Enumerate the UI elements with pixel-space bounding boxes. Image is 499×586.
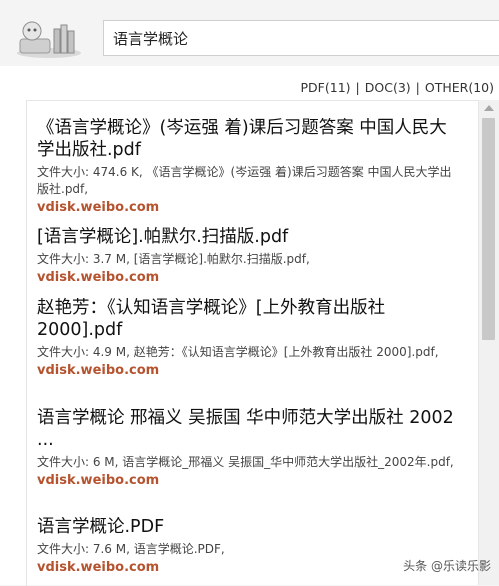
filter-doc[interactable]: DOC(3) [365,80,411,95]
result-source-link[interactable]: vdisk.weibo.com [37,362,462,379]
file-type-filters: PDF(11) | DOC(3) | OTHER(10) [301,80,494,95]
result-item: 语言学概论 邢福义 吴振国 华中师范大学出版社 2002 ... 文件大小: 6… [37,407,462,489]
result-description: 文件大小: 7.6 M, 语言学概论.PDF, [37,542,225,556]
results-panel: PDF(11) | DOC(3) | OTHER(10) 《语言学概论》(岑运强 着)课… [0,66,499,586]
header: 语言学概论 [0,0,499,72]
result-title[interactable]: 语言学概论.PDF [37,516,462,538]
result-title[interactable]: [语言学概论].帕默尔.扫描版.pdf [37,226,462,248]
result-source-link[interactable]: vdisk.weibo.com [37,199,462,216]
scrollbar-thumb[interactable] [482,118,495,340]
filter-separator: | [355,80,360,95]
result-description: 文件大小: 3.7 M, [语言学概论].帕默尔.扫描版.pdf, [37,252,310,266]
result-title[interactable]: 赵艳芳：《认知语言学概论》[上外教育出版社 2000].pdf [37,297,462,341]
result-item: 语言学概论.PDF 文件大小: 7.6 M, 语言学概论.PDF, vdisk.… [37,516,462,576]
result-item: 赵艳芳：《认知语言学概论》[上外教育出版社 2000].pdf 文件大小: 4.… [37,297,462,379]
result-title[interactable]: 语言学概论 邢福义 吴振国 华中师范大学出版社 2002 ... [37,407,462,451]
result-source-link[interactable]: vdisk.weibo.com [37,472,462,489]
result-title[interactable]: 《语言学概论》(岑运强 着)课后习题答案 中国人民大学出版社.pdf [37,117,462,161]
search-input[interactable]: 语言学概论 [103,20,499,56]
scroll-up-icon[interactable] [484,105,494,111]
result-item: 《语言学概论》(岑运强 着)课后习题答案 中国人民大学出版社.pdf 文件大小:… [37,117,462,216]
filter-other[interactable]: OTHER(10) [425,80,494,95]
result-source-link[interactable]: vdisk.weibo.com [37,269,462,286]
site-logo-icon[interactable] [14,17,84,59]
result-item: [语言学概论].帕默尔.扫描版.pdf 文件大小: 3.7 M, [语言学概论]… [37,226,462,286]
filter-separator: | [415,80,420,95]
results-list: 《语言学概论》(岑运强 着)课后习题答案 中国人民大学出版社.pdf 文件大小:… [26,100,479,586]
result-description: 文件大小: 474.6 K, 《语言学概论》(岑运强 着)课后习题答案 中国人民… [37,165,452,196]
result-description: 文件大小: 6 M, 语言学概论_邢福义 吴振国_华中师范大学出版社_2002年… [37,455,454,469]
watermark: 头条 @乐读乐影 [403,559,491,573]
results-scrollbar[interactable] [478,100,499,585]
result-description: 文件大小: 4.9 M, 赵艳芳：《认知语言学概论》[上外教育出版社 2000]… [37,345,439,359]
filter-pdf[interactable]: PDF(11) [301,80,351,95]
result-source-link[interactable]: vdisk.weibo.com [37,559,462,576]
search-query: 语言学概论 [113,29,189,48]
